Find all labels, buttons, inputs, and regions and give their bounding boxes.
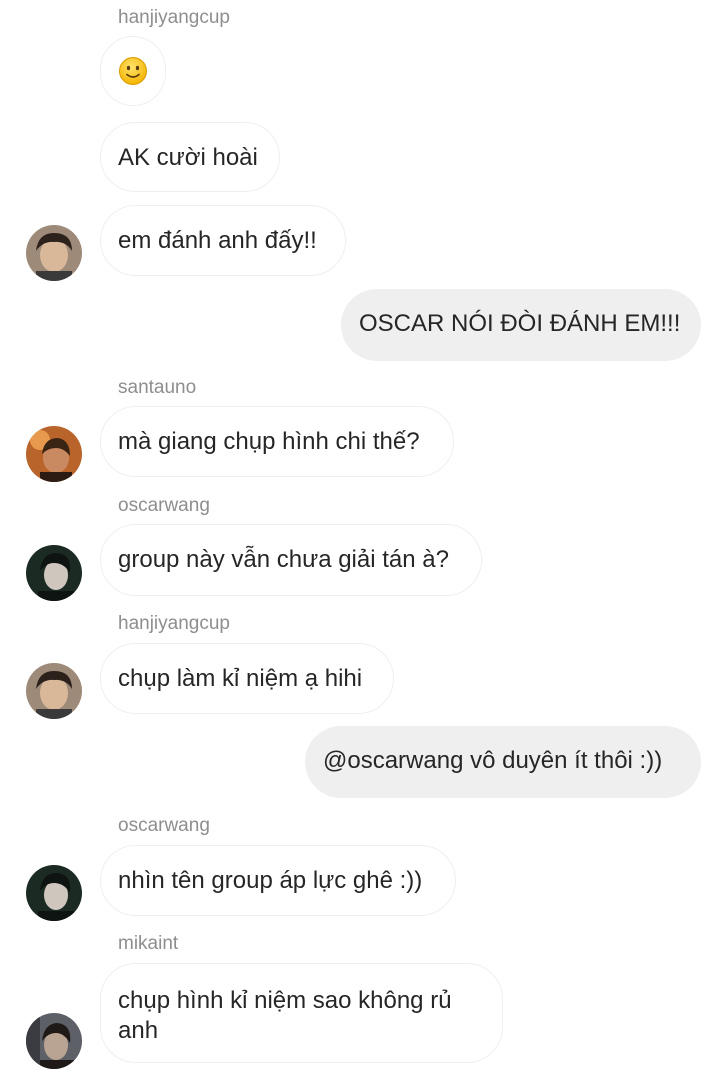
- message-bubble[interactable]: group này vẫn chưa giải tán à?: [100, 524, 482, 596]
- message-text: mà giang chụp hình chi thế?: [118, 428, 420, 455]
- avatar-santauno[interactable]: [26, 426, 82, 482]
- message-text: group này vẫn chưa giải tán à?: [118, 546, 449, 573]
- sender-name: santauno: [118, 377, 197, 398]
- message-bubble-emoji[interactable]: [100, 36, 166, 106]
- message-text: chụp hình kỉ niệm sao không rủ anh: [118, 987, 452, 1044]
- message-text: AK cười hoài: [118, 144, 258, 171]
- outgoing-message-bubble[interactable]: @oscarwang vô duyên ít thôi :)): [305, 726, 701, 798]
- avatar-hanjiyangcup[interactable]: [26, 225, 82, 281]
- message-text: OSCAR NÓI ĐÒI ĐÁNH EM!!!: [359, 310, 681, 337]
- avatar-oscarwang[interactable]: [26, 865, 82, 921]
- message-bubble[interactable]: AK cười hoài: [100, 122, 280, 192]
- avatar-hanjiyangcup[interactable]: [26, 663, 82, 719]
- message-bubble[interactable]: nhìn tên group áp lực ghê :)): [100, 845, 456, 916]
- message-bubble[interactable]: em đánh anh đấy!!: [100, 205, 346, 276]
- message-bubble[interactable]: chụp làm kỉ niệm ạ hihi: [100, 643, 394, 714]
- sender-name: oscarwang: [118, 815, 210, 836]
- avatar-mikaint[interactable]: [26, 1013, 82, 1069]
- message-text: em đánh anh đấy!!: [118, 227, 317, 254]
- sender-name: mikaint: [118, 933, 179, 954]
- message-text: nhìn tên group áp lực ghê :)): [118, 867, 423, 894]
- message-text: @oscarwang vô duyên ít thôi :)): [323, 747, 663, 774]
- message-bubble[interactable]: mà giang chụp hình chi thế?: [100, 406, 454, 477]
- message-bubble[interactable]: chụp hình kỉ niệm sao không rủ anh: [100, 963, 503, 1063]
- sender-name: hanjiyangcup: [118, 7, 230, 28]
- slightly-smiling-face-icon: [119, 57, 147, 85]
- sender-name: hanjiyangcup: [118, 613, 230, 634]
- sender-name: oscarwang: [118, 495, 210, 516]
- avatar-oscarwang[interactable]: [26, 545, 82, 601]
- outgoing-message-bubble[interactable]: OSCAR NÓI ĐÒI ĐÁNH EM!!!: [341, 289, 701, 361]
- message-text: chụp làm kỉ niệm ạ hihi: [118, 665, 363, 692]
